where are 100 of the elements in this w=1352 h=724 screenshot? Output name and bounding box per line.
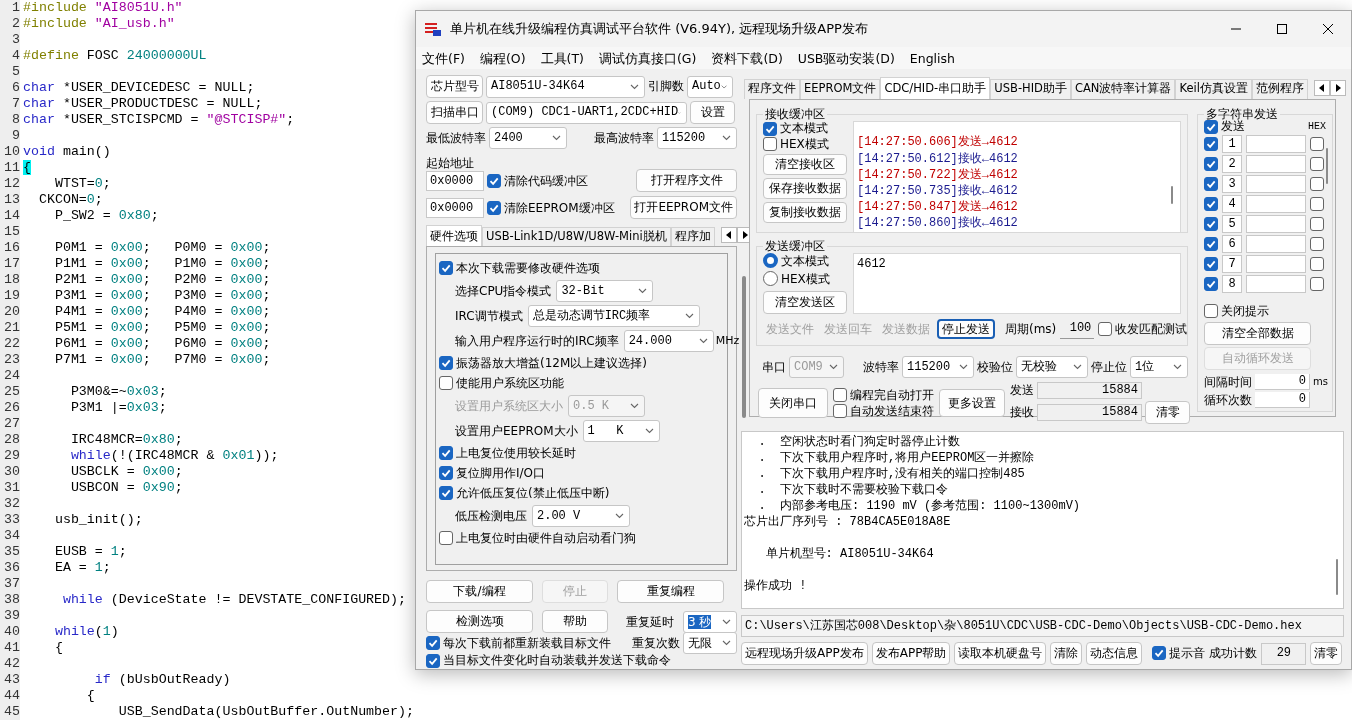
tab[interactable]: USB-HID助手 (990, 79, 1071, 99)
checkbox[interactable] (833, 404, 847, 419)
checkbox[interactable] (1204, 119, 1218, 134)
scrollbar[interactable] (1171, 186, 1173, 205)
dropdown[interactable]: 2.00 V (532, 504, 630, 527)
checkbox[interactable] (1310, 136, 1324, 151)
checkbox[interactable] (487, 173, 501, 188)
maximize-icon[interactable] (1276, 24, 1288, 34)
text-field[interactable] (1246, 134, 1306, 153)
menu-item[interactable]: 工具(T) (540, 50, 584, 66)
tab[interactable]: 范例程序 (1251, 79, 1308, 99)
button[interactable]: 更多设置 (939, 389, 1005, 417)
menu-item[interactable]: English (909, 50, 955, 66)
button[interactable]: 停止发送 (937, 319, 995, 340)
button[interactable]: 动态信息 (1086, 642, 1143, 665)
checkbox[interactable] (1152, 646, 1167, 661)
radio-button[interactable] (763, 271, 778, 287)
button[interactable]: 重复编程 (617, 580, 724, 604)
tab[interactable]: Keil仿真设置 (1175, 79, 1252, 99)
checkbox[interactable] (1310, 156, 1324, 171)
checkbox[interactable] (439, 446, 453, 461)
tab[interactable]: CAN波特率计算器 (1070, 79, 1176, 99)
checkbox[interactable] (763, 121, 777, 136)
checkbox[interactable] (426, 636, 440, 651)
button[interactable]: 发布APP帮助 (871, 642, 951, 665)
counter-field[interactable]: 29 (1261, 642, 1307, 665)
checkbox[interactable] (439, 376, 453, 391)
checkbox[interactable] (439, 531, 453, 546)
checkbox[interactable] (426, 653, 440, 668)
input-field[interactable]: 100 (1060, 319, 1095, 340)
number-box[interactable]: 4 (1222, 194, 1242, 213)
dropdown[interactable]: 无校验 (1016, 356, 1088, 378)
text-area[interactable]: 4612 (853, 253, 1181, 315)
button[interactable]: 清零 (1310, 642, 1343, 665)
text-field[interactable] (1246, 194, 1306, 213)
number-box[interactable]: 6 (1222, 234, 1242, 253)
button[interactable]: 清除 (1050, 642, 1083, 665)
checkbox[interactable] (1204, 176, 1218, 191)
number-box[interactable]: 1 (1222, 134, 1242, 153)
scroll-left-button[interactable] (720, 227, 737, 244)
scrollbar[interactable] (742, 276, 747, 419)
checkbox[interactable] (1310, 276, 1324, 291)
checkbox[interactable] (1310, 196, 1324, 211)
input-field[interactable]: 0 (1255, 392, 1310, 409)
scroll-left-button[interactable] (1313, 80, 1330, 96)
button[interactable]: 复制接收数据 (763, 202, 847, 224)
scrollbar[interactable] (1326, 147, 1328, 184)
dropdown[interactable]: 2400 (489, 127, 567, 149)
checkbox[interactable] (1310, 176, 1324, 191)
dropdown[interactable]: AI8051U-34K64 (486, 75, 645, 98)
menu-item[interactable]: 编程(O) (479, 50, 526, 66)
checkbox[interactable] (1204, 276, 1218, 291)
checkbox[interactable] (439, 356, 453, 371)
number-box[interactable]: 2 (1222, 154, 1242, 173)
counter-field[interactable]: 15884 (1037, 404, 1142, 421)
tab[interactable]: 程序文件 (744, 79, 800, 99)
text-field[interactable] (1246, 214, 1306, 233)
text-field[interactable] (1246, 254, 1306, 273)
close-icon[interactable] (1322, 24, 1334, 34)
tab[interactable]: USB-Link1D/U8W/U8W-Mini脱机 (482, 226, 671, 247)
checkbox[interactable] (1310, 256, 1324, 271)
checkbox[interactable] (1204, 156, 1218, 171)
dropdown[interactable]: (COM9) CDC1-UART1,2CDC+HID (486, 101, 687, 124)
tab[interactable]: EEPROM文件 (800, 79, 881, 99)
checkbox[interactable] (1098, 322, 1113, 337)
input-field[interactable]: 0x0000 (426, 170, 484, 191)
number-box[interactable]: 8 (1222, 274, 1242, 293)
scrollbar[interactable] (1336, 559, 1338, 595)
checkbox[interactable] (1204, 256, 1218, 271)
input-field[interactable]: 0 (1255, 374, 1310, 391)
checkbox[interactable] (1204, 216, 1218, 231)
dropdown[interactable]: 1位 (1130, 356, 1188, 378)
button[interactable]: 帮助 (542, 610, 608, 634)
button[interactable]: 清零 (1145, 401, 1190, 424)
checkbox[interactable] (487, 200, 501, 215)
button[interactable]: 关闭串口 (758, 388, 828, 418)
tab[interactable]: 程序加 (670, 226, 715, 247)
button[interactable]: 设置 (690, 101, 735, 124)
text-field[interactable] (1246, 174, 1306, 193)
checkbox[interactable] (763, 136, 777, 151)
number-box[interactable]: 3 (1222, 174, 1242, 193)
menu-item[interactable]: 资料下载(D) (711, 50, 783, 66)
dropdown[interactable]: 3 秒 (683, 610, 737, 633)
radio-button[interactable] (763, 253, 778, 269)
button[interactable]: 清空接收区 (763, 154, 847, 176)
button[interactable]: 打开EEPROM文件 (630, 196, 737, 220)
menu-item[interactable]: USB驱动安装(D) (797, 50, 895, 66)
file-path-field[interactable]: C:\Users\江苏国芯008\Desktop\杂\8051U\CDC\USB-CDC-Demo\Objects\USB-CDC-Demo.hex (741, 615, 1344, 637)
number-box[interactable]: 5 (1222, 214, 1242, 233)
checkbox[interactable] (1204, 303, 1218, 318)
dropdown[interactable]: 32-Bit (556, 279, 654, 302)
checkbox[interactable] (439, 261, 453, 276)
dropdown[interactable]: 24.000 (623, 329, 714, 352)
checkbox[interactable] (439, 486, 453, 501)
button[interactable]: 清空全部数据 (1204, 322, 1311, 346)
text-field[interactable] (1246, 154, 1306, 173)
checkbox[interactable] (1310, 236, 1324, 251)
tab[interactable]: 硬件选项 (426, 224, 482, 247)
checkbox[interactable] (1204, 236, 1218, 251)
button[interactable]: 检测选项 (426, 610, 533, 634)
